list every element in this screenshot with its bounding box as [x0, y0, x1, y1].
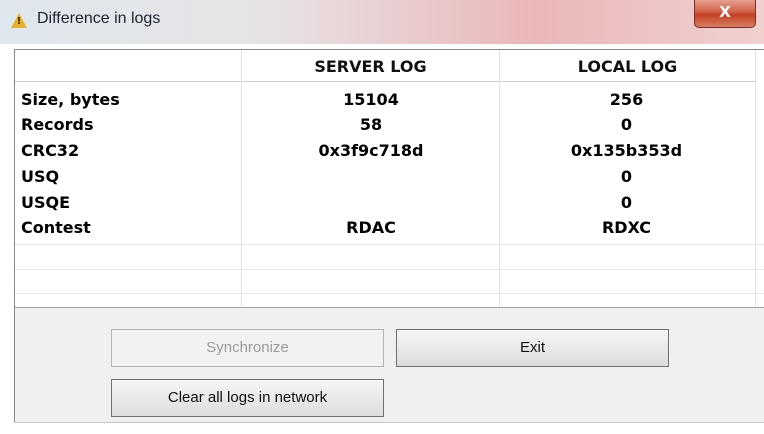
server-value: 0x3f9c718d — [318, 141, 424, 160]
column-header-local: LOCAL LOG — [500, 50, 755, 82]
local-value: 0x135b353d — [570, 141, 683, 160]
exit-button[interactable]: Exit — [396, 329, 669, 367]
clear-all-logs-button[interactable]: Clear all logs in network — [111, 379, 384, 417]
row-name: Contest — [21, 218, 91, 237]
button-panel: Synchronize Exit Clear all logs in netwo… — [14, 307, 764, 423]
synchronize-button[interactable]: Synchronize — [111, 329, 384, 367]
title-bar: ! Difference in logs X — [0, 0, 764, 44]
server-value: RDAC — [346, 218, 396, 237]
column-header-server: SERVER LOG — [242, 50, 499, 82]
server-value: 15104 — [343, 90, 399, 109]
window-bottom-border — [14, 422, 764, 423]
local-value: RDXC — [601, 218, 652, 237]
log-comparison-grid: SERVER LOG LOCAL LOG Size, bytes 15104 2… — [14, 49, 764, 308]
local-value: 0 — [620, 167, 633, 186]
local-value: 256 — [609, 90, 644, 109]
server-value: 58 — [359, 115, 383, 134]
row-name: USQE — [21, 193, 71, 212]
row-name: CRC32 — [21, 141, 80, 160]
warning-icon-mark: ! — [16, 16, 22, 27]
column-header-label — [15, 50, 241, 82]
row-name: Size, bytes — [21, 90, 120, 109]
row-name: Records — [21, 115, 94, 134]
window-title: Difference in logs — [37, 10, 161, 27]
row-name: USQ — [21, 167, 60, 186]
local-value: 0 — [620, 115, 633, 134]
close-button[interactable]: X — [694, 0, 756, 28]
local-value: 0 — [620, 193, 633, 212]
